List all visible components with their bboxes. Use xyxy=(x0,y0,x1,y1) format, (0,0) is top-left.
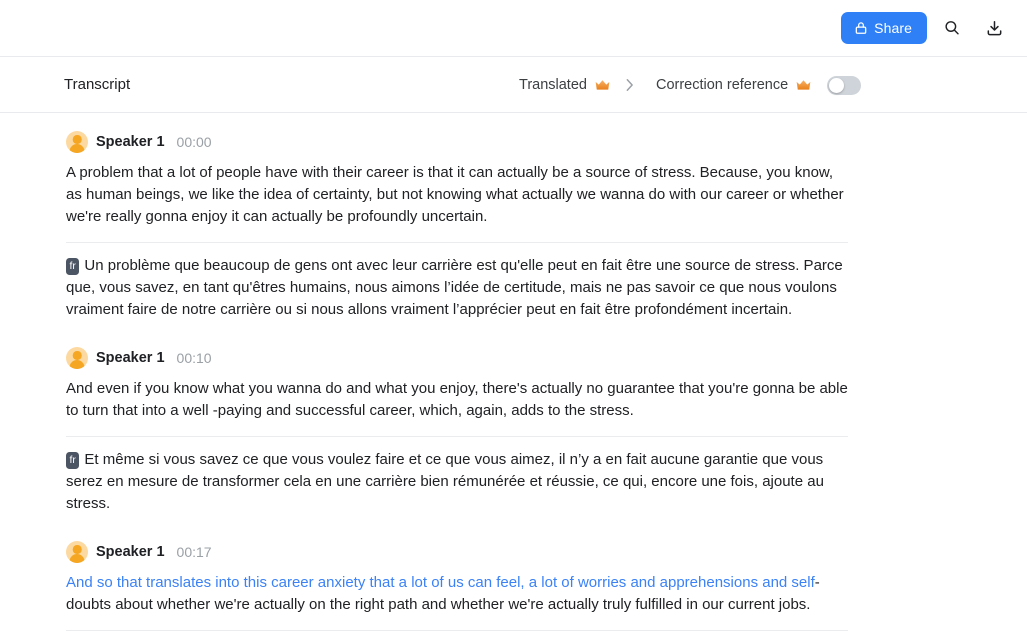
lock-icon xyxy=(854,21,868,35)
segment-header: Speaker 1 00:00 xyxy=(66,131,1027,153)
crown-icon xyxy=(594,78,611,92)
translated-label: Translated xyxy=(519,77,587,93)
speaker-name: Speaker 1 xyxy=(96,134,165,150)
person-avatar-icon xyxy=(66,541,88,563)
segment-translation[interactable]: frEt donc cela se traduit par cette anxi… xyxy=(66,631,848,637)
segment-translation-text: Et même si vous savez ce que vous voulez… xyxy=(66,451,824,512)
translated-control[interactable]: Translated xyxy=(519,77,611,93)
language-badge: fr xyxy=(66,452,80,469)
toggle-knob xyxy=(829,77,845,93)
chevron-right-icon[interactable] xyxy=(625,78,634,92)
correction-reference-toggle[interactable] xyxy=(827,75,862,95)
language-badge: fr xyxy=(66,258,80,275)
transcript-segment: Speaker 1 00:10 And even if you know wha… xyxy=(0,347,1027,531)
segment-header: Speaker 1 00:10 xyxy=(66,347,1027,369)
speaker-name: Speaker 1 xyxy=(96,544,165,560)
segment-translation[interactable]: fr Un problème que beaucoup de gens ont a… xyxy=(66,243,848,337)
person-avatar-icon xyxy=(66,347,88,369)
correction-reference-label: Correction reference xyxy=(655,77,789,93)
toolbar-controls: Translated Correction reference xyxy=(519,57,862,113)
segment-header: Speaker 1 00:17 xyxy=(66,541,1027,563)
top-toolbar: Share xyxy=(0,0,1027,57)
segment-timestamp[interactable]: 00:17 xyxy=(177,544,212,560)
segment-translation-text: Un problème que beaucoup de gens ont ave… xyxy=(66,257,843,318)
download-icon xyxy=(985,19,1004,38)
segment-text-highlighted: And so that translates into this career … xyxy=(66,574,815,591)
segment-timestamp[interactable]: 00:00 xyxy=(177,134,212,150)
speaker-name: Speaker 1 xyxy=(96,350,165,366)
download-button[interactable] xyxy=(977,11,1011,45)
transcript-app: Share Transcript Translated Correction r… xyxy=(0,0,1027,637)
crown-icon xyxy=(795,78,812,92)
transcript-toolbar: Transcript Translated Correction referen… xyxy=(0,57,1027,113)
transcript-segment: Speaker 1 00:00 A problem that a lot of … xyxy=(0,131,1027,337)
transcript-segment: Speaker 1 00:17 And so that translates i… xyxy=(0,541,1027,637)
segment-translation[interactable]: fr Et même si vous savez ce que vous voul… xyxy=(66,437,848,531)
search-icon xyxy=(943,19,961,37)
segment-text[interactable]: A problem that a lot of people have with… xyxy=(66,162,848,242)
transcript-list[interactable]: Speaker 1 00:00 A problem that a lot of … xyxy=(0,113,1027,637)
segment-timestamp[interactable]: 00:10 xyxy=(177,350,212,366)
segment-text[interactable]: And even if you know what you wanna do a… xyxy=(66,378,848,436)
person-avatar-icon xyxy=(66,131,88,153)
share-button-label: Share xyxy=(874,20,912,36)
segment-text[interactable]: And so that translates into this career … xyxy=(66,572,848,630)
search-button[interactable] xyxy=(935,11,969,45)
correction-reference-control[interactable]: Correction reference xyxy=(655,75,862,95)
page-title: Transcript xyxy=(64,76,131,93)
share-button[interactable]: Share xyxy=(841,12,927,44)
